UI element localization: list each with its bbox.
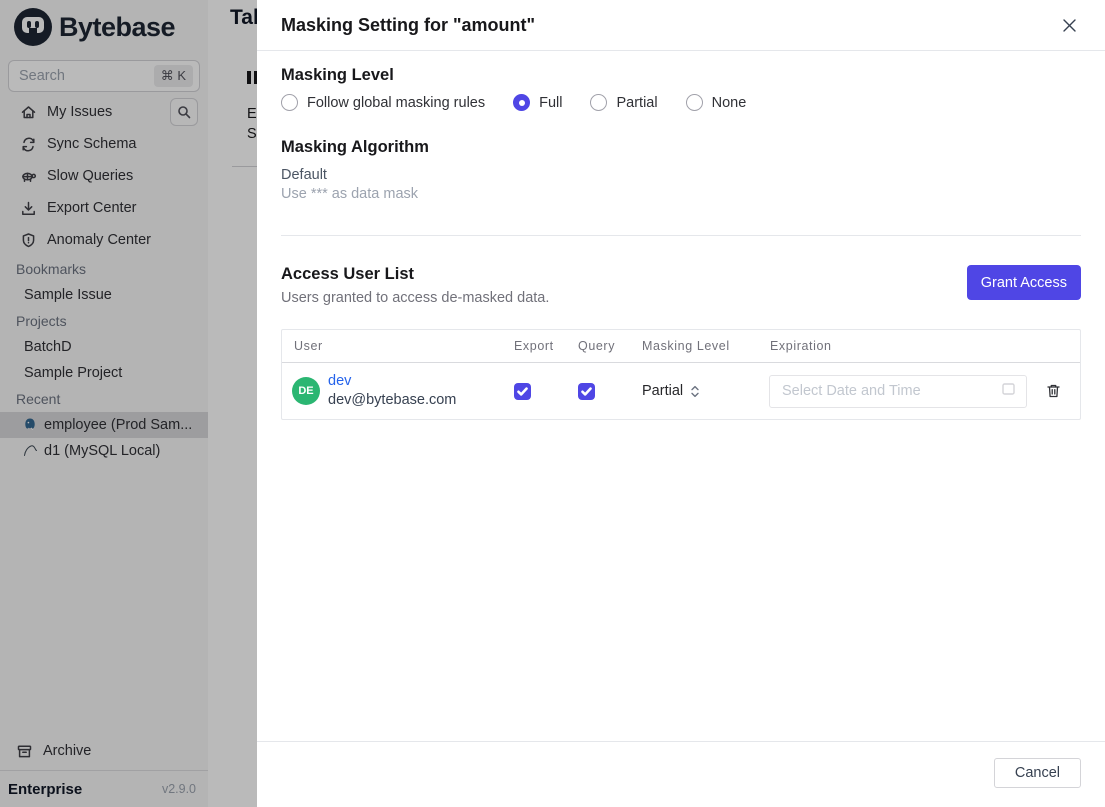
grant-access-button[interactable]: Grant Access — [966, 265, 1081, 300]
access-subtitle: Users granted to access de-masked data. — [281, 290, 550, 306]
radio-label: Follow global masking rules — [307, 94, 486, 111]
masking-setting-modal: Masking Setting for "amount" Masking Lev… — [257, 0, 1105, 807]
trash-icon[interactable] — [1042, 380, 1064, 402]
masking-level-radio-group: Follow global masking rules Full Partial… — [281, 94, 1081, 111]
chevron-updown-icon — [691, 385, 699, 397]
masking-level-select[interactable]: Partial — [634, 383, 762, 399]
close-icon[interactable] — [1057, 13, 1081, 37]
expiration-cell — [762, 374, 1034, 408]
radio-icon — [281, 94, 298, 111]
modal-scrim[interactable] — [0, 0, 257, 807]
query-cell — [570, 382, 634, 400]
column-header-expiration: Expiration — [770, 339, 832, 353]
expiration-datepicker[interactable] — [769, 374, 1027, 408]
calendar-icon — [1001, 381, 1016, 401]
radio-partial[interactable]: Partial — [590, 94, 658, 111]
column-header-user: User — [294, 339, 323, 353]
actions-cell — [1034, 380, 1080, 402]
access-header-row: Access User List Users granted to access… — [281, 265, 1081, 306]
radio-label: Full — [539, 94, 563, 111]
radio-icon — [513, 94, 531, 111]
modal-body: Masking Level Follow global masking rule… — [257, 66, 1105, 420]
user-name-link[interactable]: dev — [328, 372, 456, 391]
column-header-query: Query — [578, 339, 616, 353]
radio-none[interactable]: None — [685, 94, 747, 111]
table-row: DE dev dev@bytebase.com Partial Select D… — [282, 363, 1080, 419]
modal-header: Masking Setting for "amount" — [257, 0, 1105, 51]
algorithm-name: Default — [281, 167, 327, 183]
radio-full[interactable]: Full — [513, 94, 562, 111]
masking-algorithm-heading: Masking Algorithm — [281, 138, 429, 156]
access-user-table: User Export Query Masking Level Expirati… — [281, 329, 1081, 420]
export-checkbox[interactable] — [514, 382, 531, 400]
user-cell: DE dev dev@bytebase.com — [282, 372, 506, 410]
user-identity: dev dev@bytebase.com — [328, 372, 456, 410]
column-header-masking-level: Masking Level — [642, 339, 730, 353]
user-email: dev@bytebase.com — [328, 392, 457, 408]
query-checkbox[interactable] — [578, 382, 595, 400]
expiration-input[interactable] — [782, 383, 1001, 399]
avatar: DE — [292, 377, 320, 405]
masking-level-heading: Masking Level — [281, 66, 394, 84]
table-header-row: User Export Query Masking Level Expirati… — [282, 330, 1080, 363]
radio-follow-global[interactable]: Follow global masking rules — [281, 94, 485, 111]
radio-label: Partial — [616, 94, 658, 111]
column-header-export: Export — [514, 339, 554, 353]
radio-icon — [590, 94, 608, 111]
algorithm-description: Use *** as data mask — [281, 186, 419, 202]
access-user-list-heading: Access User List — [281, 265, 414, 283]
app-root: Bytebase ⌘ K My Issues Sync Schema — [0, 0, 1105, 807]
modal-footer: Cancel — [257, 741, 1105, 807]
cancel-button[interactable]: Cancel — [993, 758, 1081, 788]
modal-title: Masking Setting for "amount" — [281, 14, 536, 35]
export-cell — [506, 382, 570, 400]
radio-icon — [685, 94, 703, 111]
radio-label: None — [711, 94, 747, 111]
access-header-text: Access User List Users granted to access… — [281, 265, 549, 306]
section-divider — [281, 235, 1081, 236]
selected-masking-level: Partial — [642, 383, 684, 399]
